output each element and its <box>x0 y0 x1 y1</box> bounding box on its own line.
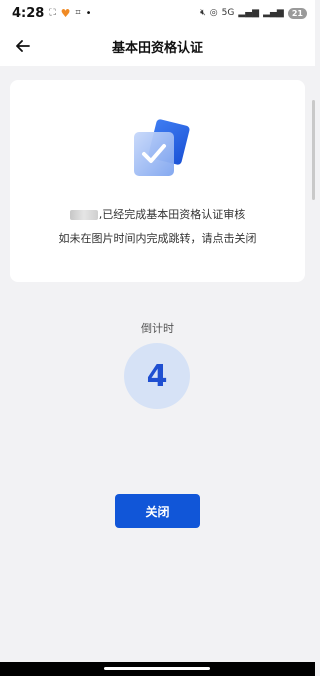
status-bar-left: 4:28 ⛶ ♥ ⌗ • <box>12 6 92 21</box>
hotspot-icon: ◎ <box>209 8 218 18</box>
completion-message: ,已经完成基本田资格认证审核 <box>10 206 305 222</box>
network-type-icon: 5G <box>221 8 235 18</box>
countdown-value: 4 <box>146 358 168 394</box>
mute-icon: 🔇︎ <box>200 8 206 18</box>
screen-frame-icon: ⛶ <box>49 8 56 18</box>
status-bar-right: 🔇︎ ◎ 5G ▂▄▆ ▂▄▆ 21 <box>200 7 307 19</box>
back-button[interactable] <box>12 35 34 57</box>
battery-icon: 21 <box>287 7 307 19</box>
signal-icon-2: ▂▄▆ <box>263 8 284 18</box>
status-bar: 4:28 ⛶ ♥ ⌗ • 🔇︎ ◎ 5G ▂▄▆ ▂▄▆ 21 <box>0 0 315 26</box>
completion-text: ,已经完成基本田资格认证审核 <box>98 208 246 221</box>
back-arrow-icon <box>16 40 30 52</box>
certified-check-icon <box>134 119 190 176</box>
close-button[interactable]: 关闭 <box>115 494 200 528</box>
result-card: ,已经完成基本田资格认证审核 如未在图片时间内完成跳转，请点击关闭 <box>10 80 305 282</box>
close-hint-message: 如未在图片时间内完成跳转，请点击关闭 <box>58 232 257 245</box>
scan-icon: ⌗ <box>75 8 81 18</box>
redacted-name <box>69 210 98 220</box>
countdown-label: 倒计时 <box>141 322 174 335</box>
notification-dot-icon: • <box>85 7 92 19</box>
edge-handle <box>312 100 315 200</box>
page-title: 基本田资格认证 <box>111 40 203 56</box>
app-heart-icon: ♥ <box>60 6 71 20</box>
countdown-circle: 4 <box>124 343 190 409</box>
nav-bar: 基本田资格认证 <box>0 26 315 66</box>
signal-icon: ▂▄▆ <box>238 8 260 18</box>
status-time: 4:28 <box>12 5 45 21</box>
home-indicator[interactable] <box>104 667 210 670</box>
